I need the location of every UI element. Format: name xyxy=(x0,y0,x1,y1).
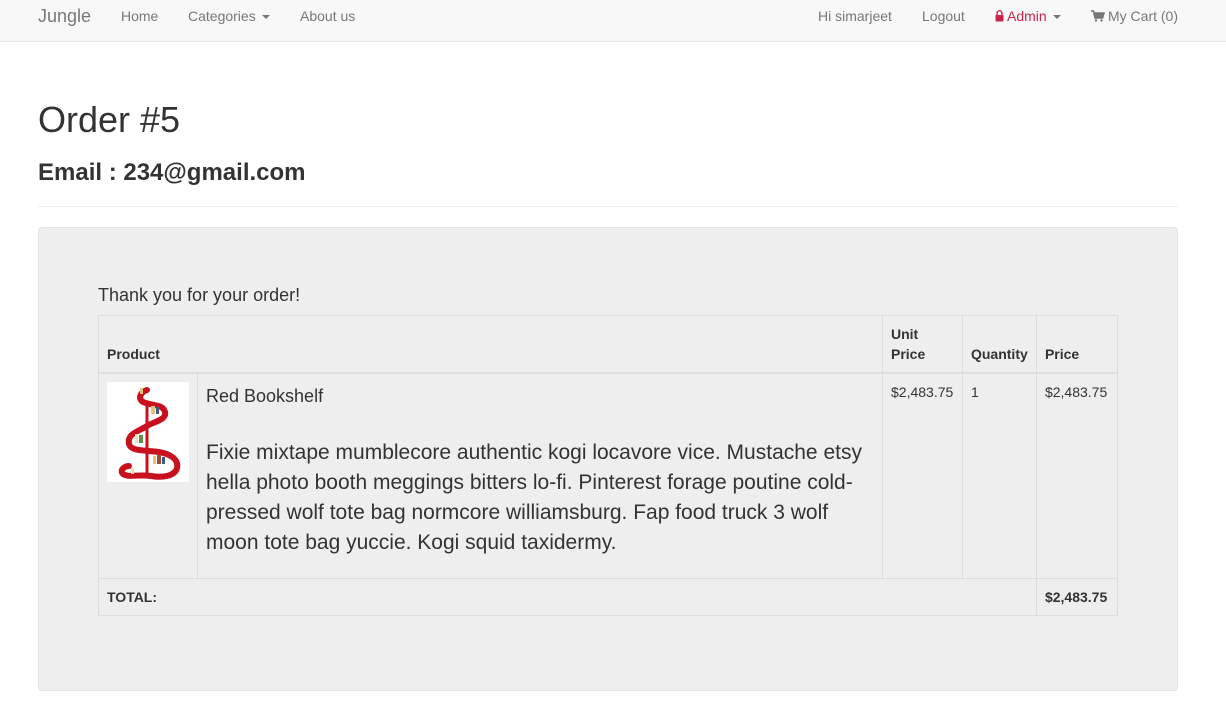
logout-link[interactable]: Logout xyxy=(922,0,965,32)
order-table: Product Unit Price Quantity Price Red Bo… xyxy=(98,315,1119,616)
nav-categories-dropdown[interactable]: Categories xyxy=(188,0,270,32)
product-name: Red Bookshelf xyxy=(206,386,324,406)
total-value: $2,483.75 xyxy=(1035,578,1119,616)
red-bookshelf-image xyxy=(107,382,189,482)
nav-home-link[interactable]: Home xyxy=(121,0,158,32)
price-cell: $2,483.75 xyxy=(1035,372,1119,579)
chevron-down-icon xyxy=(261,15,270,20)
quantity-cell: 1 xyxy=(961,372,1037,579)
brand-link[interactable]: Jungle xyxy=(38,0,91,32)
order-summary-panel: Thank you for your order! Product Unit P… xyxy=(38,227,1178,691)
table-row: Red Bookshelf Fixie mixtape mumblecore a… xyxy=(98,372,1119,579)
shopping-cart-icon xyxy=(1091,10,1105,22)
admin-label: Admin xyxy=(1007,8,1047,24)
column-header-product: Product xyxy=(98,315,883,374)
order-email: Email : 234@gmail.com xyxy=(38,159,306,186)
column-header-quantity: Quantity xyxy=(961,315,1037,374)
unit-price-cell: $2,483.75 xyxy=(882,372,963,579)
top-navbar: Jungle Home Categories About us Hi simar… xyxy=(0,0,1226,42)
column-header-unit-price: Unit Price xyxy=(882,315,963,374)
my-cart-link[interactable]: My Cart (0) xyxy=(1091,0,1178,32)
greeting-text: Hi simarjeet xyxy=(818,8,892,24)
total-row: TOTAL: $2,483.75 xyxy=(98,578,1119,616)
lock-icon xyxy=(995,10,1004,22)
header-divider xyxy=(38,206,1178,207)
nav-categories-label: Categories xyxy=(188,8,256,24)
admin-dropdown[interactable]: Admin xyxy=(995,0,1061,32)
chevron-down-icon xyxy=(1052,15,1061,20)
thank-you-message: Thank you for your order! xyxy=(98,285,301,305)
quantity-value: 1 xyxy=(970,384,979,400)
column-header-price: Price xyxy=(1035,315,1119,374)
total-label: TOTAL: xyxy=(98,578,1037,616)
my-cart-label: My Cart (0) xyxy=(1108,8,1178,24)
product-description: Fixie mixtape mumblecore authentic kogi … xyxy=(206,441,862,554)
nav-about-link[interactable]: About us xyxy=(300,0,355,32)
unit-price-value: $2,483.75 xyxy=(891,384,954,400)
page-title: Order #5 xyxy=(38,99,181,140)
product-details-cell: Red Bookshelf Fixie mixtape mumblecore a… xyxy=(197,372,883,579)
table-header-row: Product Unit Price Quantity Price xyxy=(98,315,1119,374)
price-value: $2,483.75 xyxy=(1044,384,1108,400)
product-image-cell xyxy=(98,372,198,579)
